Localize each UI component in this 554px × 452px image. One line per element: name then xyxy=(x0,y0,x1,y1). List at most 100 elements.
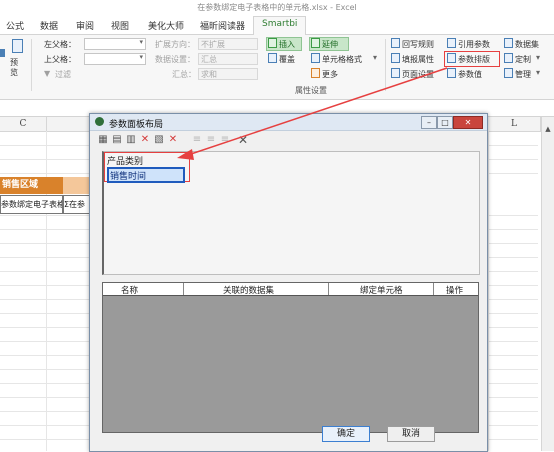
extend-icon xyxy=(311,38,320,48)
writeback-rule-icon xyxy=(391,38,400,48)
param-layout-highlight-box xyxy=(444,51,500,67)
chevron-down-icon: ▾ xyxy=(373,53,378,62)
top-parent-dropdown[interactable]: ▾ xyxy=(84,53,146,65)
left-parent-label: 左父格： xyxy=(44,40,76,49)
tab-view[interactable]: 视图 xyxy=(111,19,129,32)
sum-cell[interactable]: Σ在参 xyxy=(63,195,91,214)
overwrite-icon xyxy=(268,53,277,63)
reference-param-icon xyxy=(447,38,456,48)
align-left-icon[interactable]: ≡ xyxy=(192,135,202,145)
app-icon xyxy=(95,117,104,126)
cell-format-icon xyxy=(311,53,320,63)
chevron-down-icon: ▾ xyxy=(139,38,143,46)
page-setup-button[interactable]: 页面设置 xyxy=(402,69,434,80)
close-button[interactable]: ✕ xyxy=(453,116,483,129)
insert-button[interactable]: 插入 xyxy=(279,39,295,50)
preview-icon xyxy=(12,39,23,53)
expand-direction-label: 扩展方向： xyxy=(155,40,195,49)
param-list-panel: 产品类别 销售时间 xyxy=(102,151,480,275)
param-item-product-category[interactable]: 产品类别 xyxy=(107,154,143,167)
align-center-icon[interactable]: ≡ xyxy=(206,135,216,145)
column-header-name[interactable]: 名称 xyxy=(121,284,138,296)
aggregate-label: 汇总： xyxy=(172,70,196,79)
extend-button[interactable]: 延伸 xyxy=(322,39,338,50)
tab-review[interactable]: 审阅 xyxy=(76,19,94,32)
param-binding-table: 名称 关联的数据集 绑定单元格 操作 xyxy=(102,282,479,433)
data-setting-label: 数据设置： xyxy=(155,55,195,64)
grid-4-icon[interactable]: ▧ xyxy=(154,135,164,145)
delete-icon[interactable]: ✕ xyxy=(140,135,150,145)
left-parent-dropdown[interactable]: ▾ xyxy=(84,38,146,50)
dialog-toolbar: ▦ ▤ ▥ ✕ ▧ ✕ ≡ ≡ ≡ ✕ xyxy=(96,134,481,148)
scroll-up-icon[interactable]: ▲ xyxy=(544,125,552,133)
fill-attribute-button[interactable]: 填报属性 xyxy=(402,54,434,65)
filter-icon: ▼ xyxy=(44,69,51,78)
customize-icon xyxy=(504,53,513,63)
dialog-titlebar[interactable]: 参数面板布局 – □ ✕ xyxy=(90,114,487,131)
minimize-button[interactable]: – xyxy=(421,116,437,129)
param-item-sales-time: 销售时间 xyxy=(110,172,147,182)
fill-attribute-icon xyxy=(391,53,400,63)
align-right-icon[interactable]: ≡ xyxy=(220,135,230,145)
manage-button[interactable]: 管理 xyxy=(515,69,531,80)
overwrite-button[interactable]: 覆盖 xyxy=(279,54,295,65)
grid-1-icon[interactable]: ▦ xyxy=(98,135,108,145)
window-title: 在参数绑定电子表格中的单元格.xlsx - Excel xyxy=(197,3,357,12)
delete-row-icon[interactable]: ✕ xyxy=(168,135,178,145)
param-binding-cell[interactable]: 参数绑定电子表格 xyxy=(0,195,63,214)
customize-button[interactable]: 定制 xyxy=(515,54,531,65)
page-setup-icon xyxy=(391,68,400,78)
tab-smartbi[interactable]: Smartbi xyxy=(253,16,307,37)
ribbon-separator xyxy=(31,39,32,91)
param-item-selected[interactable]: 销售时间 xyxy=(107,167,185,183)
remove-icon[interactable]: ✕ xyxy=(238,134,248,146)
column-header-c[interactable]: C xyxy=(0,117,47,132)
attribute-group-label: 属性设置 xyxy=(295,86,327,95)
aggregate-dropdown[interactable]: 求和 xyxy=(198,68,258,80)
grid-2-icon[interactable]: ▤ xyxy=(112,135,122,145)
sales-area-header-cell[interactable]: 销售区域 xyxy=(0,177,63,194)
reference-param-button[interactable]: 引用参数 xyxy=(458,39,490,50)
tab-formulas[interactable]: 公式 xyxy=(6,19,24,32)
maximize-button[interactable]: □ xyxy=(437,116,453,129)
data-setting-dropdown[interactable]: 汇总 xyxy=(198,53,258,65)
ok-button[interactable]: 确定 xyxy=(322,426,370,442)
writeback-rule-button[interactable]: 回写规则 xyxy=(402,39,434,50)
aggregate-value: 求和 xyxy=(201,70,217,79)
param-value-button[interactable]: 参数值 xyxy=(458,69,482,80)
more-icon xyxy=(311,68,320,78)
preview-button[interactable]: 预览 xyxy=(10,58,22,78)
dataset-button[interactable]: 数据集 xyxy=(515,39,539,50)
chevron-down-icon: ▾ xyxy=(139,53,143,61)
manage-icon xyxy=(504,68,513,78)
chevron-down-icon: ▾ xyxy=(536,68,541,77)
filter-button[interactable]: 过滤 xyxy=(55,69,71,80)
vertical-scrollbar[interactable]: ▲ xyxy=(541,117,554,451)
expand-direction-value: 不扩展 xyxy=(201,40,225,49)
column-header-action[interactable]: 操作 xyxy=(446,284,463,296)
preview-marker-icon xyxy=(0,49,5,57)
tab-beautify[interactable]: 美化大师 xyxy=(148,19,184,32)
ribbon-separator xyxy=(385,39,386,91)
chevron-down-icon: ▾ xyxy=(536,53,541,62)
dialog-title: 参数面板布局 xyxy=(109,120,164,130)
param-value-icon xyxy=(447,68,456,78)
more-button[interactable]: 更多 xyxy=(322,69,338,80)
cell-format-button[interactable]: 单元格格式 xyxy=(322,54,362,65)
ribbon-tabs: 公式 数据 审阅 视图 美化大师 福昕阅读器 Smartbi xyxy=(0,16,554,37)
tab-data[interactable]: 数据 xyxy=(40,19,58,32)
column-header-bound-cell[interactable]: 绑定单元格 xyxy=(360,284,403,296)
table-header-row: 名称 关联的数据集 绑定单元格 操作 xyxy=(103,283,478,296)
grid-3-icon[interactable]: ▥ xyxy=(126,135,136,145)
column-header-dataset[interactable]: 关联的数据集 xyxy=(223,284,274,296)
window-titlebar: 在参数绑定电子表格中的单元格.xlsx - Excel xyxy=(0,0,554,16)
ribbon-smartbi: 预览 左父格： ▾ 上父格： ▾ ▼ 过滤 扩展方向： 不扩展 数据设置： 汇总… xyxy=(0,35,554,100)
dataset-icon xyxy=(504,38,513,48)
top-parent-label: 上父格： xyxy=(44,55,76,64)
column-header-l[interactable]: L xyxy=(488,117,541,132)
sales-area-header-cell-2[interactable] xyxy=(63,177,89,194)
tab-foxit-reader[interactable]: 福昕阅读器 xyxy=(200,19,245,32)
cancel-button[interactable]: 取消 xyxy=(387,426,435,442)
param-panel-layout-dialog: 参数面板布局 – □ ✕ ▦ ▤ ▥ ✕ ▧ ✕ ≡ ≡ ≡ ✕ 产品类别 销售… xyxy=(89,113,488,452)
expand-direction-dropdown[interactable]: 不扩展 xyxy=(198,38,258,50)
